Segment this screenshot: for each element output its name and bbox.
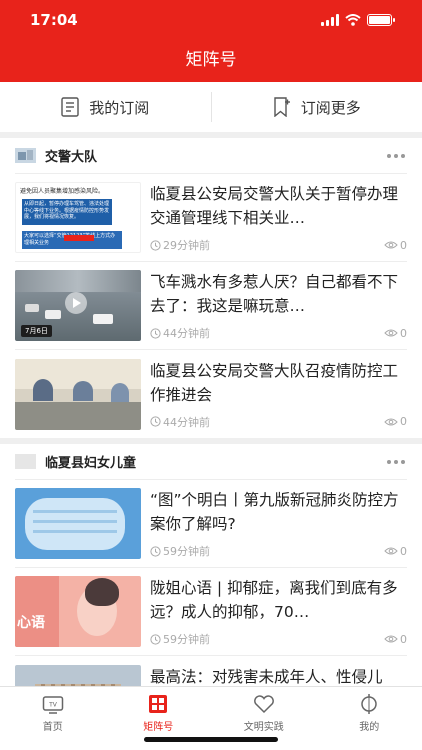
article-thumbnail	[15, 664, 141, 686]
article-time: 59分钟前	[163, 545, 210, 558]
article-item[interactable]: 7月6日 飞车溅水有多惹人厌？自己都看不下去了：我这是嘛玩意… 44分钟前 0	[15, 262, 407, 350]
article-views: 0	[400, 415, 407, 428]
section-logo	[15, 454, 36, 469]
article-thumbnail: 7月6日	[15, 270, 141, 341]
tab-matrix-label: 矩阵号	[143, 722, 174, 733]
article-item[interactable]: 避免因人员聚集增加感染风险。 从即日起，暂停办理车驾管、违法处理中心等线下业务。…	[15, 174, 407, 262]
article-meta: 44分钟前 0	[150, 414, 407, 430]
clock-icon	[150, 239, 161, 251]
article-views: 0	[400, 238, 407, 252]
thumb-date-tag: 7月6日	[21, 325, 52, 337]
article-title: 飞车溅水有多惹人厌？自己都看不下去了：我这是嘛玩意…	[150, 273, 399, 315]
status-bar: 17:04	[0, 0, 422, 40]
article-views: 0	[400, 544, 407, 558]
tab-home[interactable]: TV 首页	[0, 687, 106, 750]
article-meta: 59分钟前 0	[150, 543, 407, 559]
section-header[interactable]: 交警大队	[15, 138, 407, 174]
subscribe-more-button[interactable]: 订阅更多	[212, 82, 422, 132]
tv-icon: TV	[41, 693, 65, 715]
lantern-icon	[357, 693, 381, 715]
article-time: 44分钟前	[163, 415, 210, 429]
article-title: 最高法：对残害未成年人、性侵儿童，保真妇女儿童等惩	[150, 667, 383, 686]
battery-icon	[367, 14, 395, 26]
eye-icon	[384, 418, 398, 425]
more-options-icon[interactable]	[387, 459, 407, 464]
clock-icon	[150, 327, 161, 339]
subscription-bar: 我的订阅 订阅更多	[0, 82, 422, 132]
article-item[interactable]: “图”个明白丨第九版新冠肺炎防控方案你了解吗? 59分钟前 0	[15, 480, 407, 568]
article-title: 临夏县公安局交警大队关于暂停办理交通管理线下相关业…	[150, 185, 399, 227]
eye-icon	[384, 241, 398, 249]
clock-icon	[150, 416, 161, 427]
thumb-highlight	[64, 235, 94, 241]
article-item[interactable]: 心语 陇姐心语 | 抑郁症，离我们到底有多远？成人的抑郁，70… 59分钟前 0	[15, 568, 407, 656]
eye-icon	[384, 635, 398, 643]
article-title: 临夏县公安局交警大队召疫情防控工作推进会	[150, 361, 399, 404]
article-meta: 44分钟前 0	[150, 325, 407, 341]
article-item[interactable]: 最高法：对残害未成年人、性侵儿童，保真妇女儿童等惩	[15, 656, 407, 686]
article-views: 0	[400, 326, 407, 340]
app-header: 17:04 矩阵号	[0, 0, 422, 82]
section-logo	[15, 148, 36, 163]
matrix-icon	[146, 693, 170, 715]
tab-mine[interactable]: 我的	[317, 687, 422, 750]
article-thumbnail: 心语	[15, 576, 141, 647]
article-thumbnail	[15, 488, 141, 559]
video-play-icon[interactable]	[65, 292, 87, 314]
tab-home-label: 首页	[42, 722, 63, 733]
my-subscriptions-button[interactable]: 我的订阅	[0, 82, 211, 132]
page-title: 矩阵号	[185, 50, 237, 70]
bottom-tab-bar: TV 首页 矩阵号 文明实践 我的	[0, 686, 422, 750]
article-time: 44分钟前	[163, 327, 210, 340]
article-title: 陇姐心语 | 抑郁症，离我们到底有多远？成人的抑郁，70…	[150, 579, 398, 621]
home-indicator	[144, 737, 278, 742]
status-time: 17:04	[30, 11, 78, 29]
tab-mine-label: 我的	[359, 722, 380, 733]
section-title: 临夏县妇女儿童	[45, 456, 137, 471]
bookmark-add-icon	[274, 97, 290, 117]
wifi-icon	[345, 14, 361, 26]
thumb-health-label: 心语	[17, 615, 45, 631]
status-icons	[321, 14, 395, 26]
article-thumbnail	[15, 358, 141, 430]
clock-icon	[150, 545, 161, 557]
article-thumbnail: 避免因人员聚集增加感染风险。 从即日起，暂停办理车驾管、违法处理中心等线下业务。…	[15, 182, 141, 253]
thumb-notice-top: 避免因人员聚集增加感染风险。	[20, 188, 105, 195]
section-traffic-police: 交警大队 避免因人员聚集增加感染风险。 从即日起，暂停办理车驾管、违法处理中心等…	[0, 138, 422, 438]
tab-civilization-label: 文明实践	[243, 722, 284, 733]
article-item[interactable]: 临夏县公安局交警大队召疫情防控工作推进会 44分钟前 0	[15, 350, 407, 438]
svg-text:TV: TV	[48, 702, 58, 709]
section-women-children: 临夏县妇女儿童 “图”个明白丨第九版新冠肺炎防控方案你了解吗? 59分钟前 0 …	[0, 444, 422, 686]
section-title: 交警大队	[45, 150, 98, 165]
article-meta: 29分钟前 0	[150, 237, 407, 253]
subscribe-more-label: 订阅更多	[300, 98, 361, 117]
article-time: 59分钟前	[163, 633, 210, 646]
article-time: 29分钟前	[163, 239, 210, 252]
cellular-signal-icon	[321, 14, 339, 26]
article-meta: 59分钟前 0	[150, 631, 407, 647]
clock-icon	[150, 633, 161, 645]
more-options-icon[interactable]	[387, 153, 407, 158]
article-views: 0	[400, 632, 407, 646]
feed[interactable]: 交警大队 避免因人员聚集增加感染风险。 从即日起，暂停办理车驾管、违法处理中心等…	[0, 132, 422, 686]
article-title: “图”个明白丨第九版新冠肺炎防控方案你了解吗?	[150, 491, 399, 533]
subscription-list-icon	[61, 97, 79, 117]
heart-icon	[252, 693, 276, 715]
eye-icon	[384, 547, 398, 555]
thumb-notice-mid: 从即日起，暂停办理车驾管、违法处理中心等线下业务。根据疫情防控形势发展，我们将视…	[22, 199, 112, 225]
my-subscriptions-label: 我的订阅	[89, 98, 150, 117]
section-header[interactable]: 临夏县妇女儿童	[15, 444, 407, 480]
eye-icon	[384, 329, 398, 337]
